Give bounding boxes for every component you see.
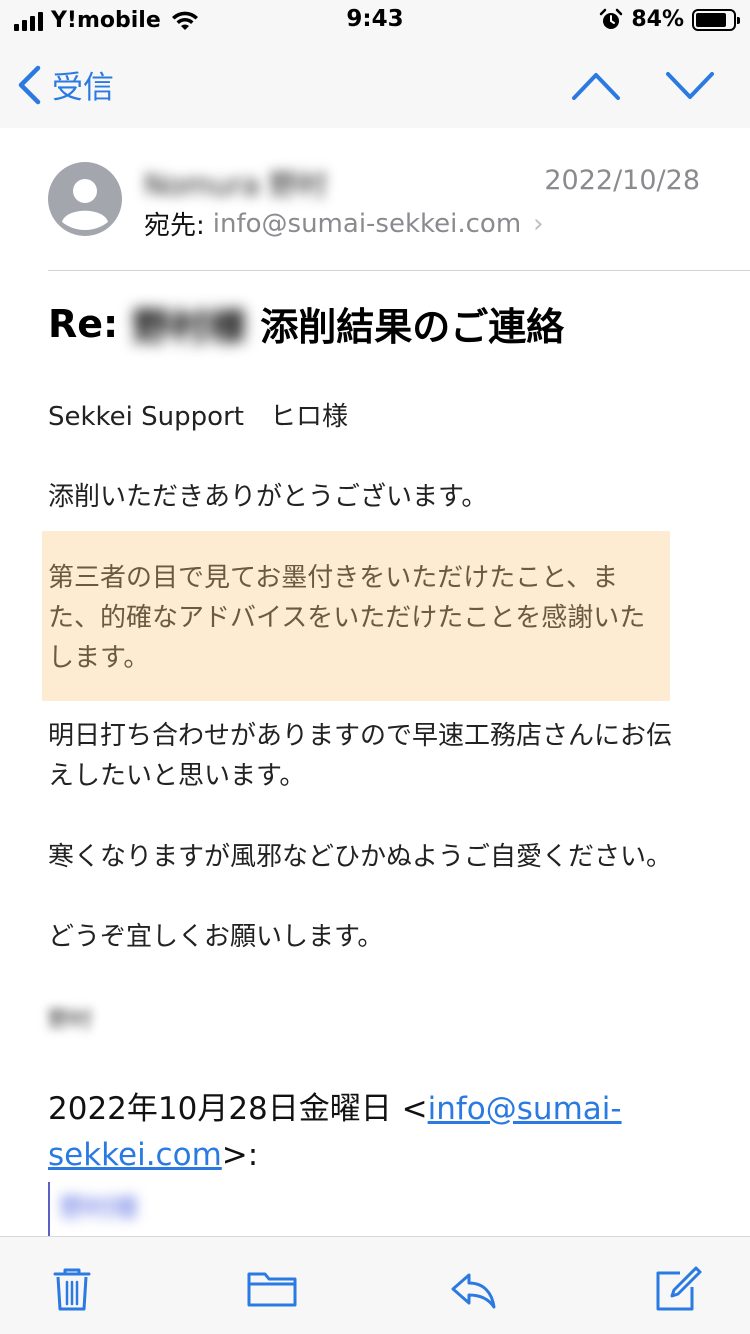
chevron-up-icon[interactable] xyxy=(568,66,624,106)
battery-percent: 84% xyxy=(631,7,684,32)
chevron-down-icon[interactable] xyxy=(662,66,718,106)
nav-bar: 受信 xyxy=(0,40,750,128)
battery-icon xyxy=(692,8,740,31)
person-icon xyxy=(62,179,108,231)
body-paragraph-3: 明日打ち合わせがありますので早速工務店さんにお伝えしたいと思います。 xyxy=(48,721,673,791)
alarm-icon xyxy=(600,8,623,29)
quote-bar xyxy=(48,1182,50,1236)
compose-icon xyxy=(656,1266,702,1311)
subject-text: 添削結果のご連絡 xyxy=(260,305,565,349)
bottom-toolbar xyxy=(0,1236,750,1334)
trash-icon xyxy=(53,1268,91,1311)
body-paragraph-5: どうぞ宜しくお願いします。 xyxy=(48,922,384,952)
avatar[interactable] xyxy=(48,162,122,236)
subject-prefix: Re: xyxy=(48,301,119,346)
mail-screen: Y!mobile 9:43 84% 受信 Nomura 野村 2022/10/2… xyxy=(0,0,750,1334)
quote-header: 2022年10月28日金曜日 <info@sumai-sekkei.com>: xyxy=(48,1086,688,1178)
recipient-address: info@sumai-sekkei.com xyxy=(212,208,522,239)
folder-icon xyxy=(247,1272,297,1307)
chevron-right-icon: › xyxy=(533,208,544,239)
trash-button[interactable] xyxy=(46,1265,98,1313)
body-greeting: Sekkei Support ヒロ様 xyxy=(48,402,348,432)
chevron-left-icon xyxy=(18,65,41,104)
back-button[interactable]: 受信 xyxy=(16,62,114,107)
status-bar: Y!mobile 9:43 84% xyxy=(0,0,750,40)
signature-redacted: 野村 xyxy=(48,1008,93,1033)
reply-icon xyxy=(451,1273,496,1309)
body-paragraph-1: 添削いただきありがとうございます。 xyxy=(48,482,488,512)
header-divider xyxy=(48,270,750,271)
reply-button[interactable] xyxy=(448,1265,500,1313)
battery-fill xyxy=(696,12,727,27)
status-right: 84% xyxy=(599,7,740,32)
quote-redacted-text: 野村様 xyxy=(60,1194,139,1224)
compose-button[interactable] xyxy=(652,1265,704,1313)
body-paragraph-4: 寒くなりますが風邪などひかぬようご自愛ください。 xyxy=(48,842,673,872)
quote-date: 2022年10月28日金曜日 < xyxy=(48,1091,428,1127)
message-subject: Re: 野村様 添削結果のご連絡 xyxy=(48,296,564,351)
move-to-folder-button[interactable] xyxy=(245,1265,299,1313)
recipient-label: 宛先: xyxy=(144,211,205,241)
recipient-row[interactable]: 宛先: info@sumai-sekkei.com › xyxy=(144,205,544,242)
back-label: 受信 xyxy=(52,70,114,106)
sender-name[interactable]: Nomura 野村 xyxy=(144,162,327,202)
quote-suffix: >: xyxy=(221,1137,259,1173)
subject-redacted-name: 野村様 xyxy=(132,305,247,349)
message-date: 2022/10/28 xyxy=(544,165,700,196)
highlighted-paragraph: 第三者の目で見てお墨付きをいただけたこと、また、的確なアドバイスをいただけたこと… xyxy=(48,563,646,673)
